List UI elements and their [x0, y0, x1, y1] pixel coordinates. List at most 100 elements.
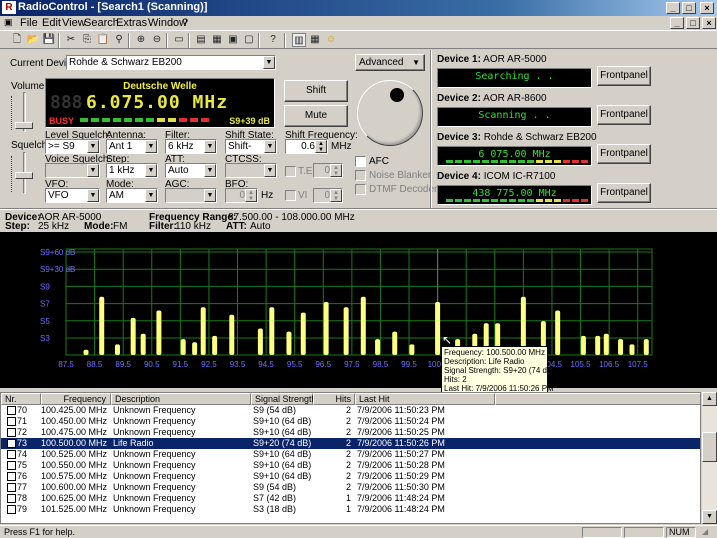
row-checkbox[interactable]	[7, 417, 16, 426]
header-hits[interactable]: Hits	[313, 393, 355, 405]
filter-select[interactable]: 6 kHz ▼	[165, 139, 217, 154]
afc-checkbox[interactable]	[355, 156, 366, 167]
properties-icon[interactable]: ▤	[194, 33, 208, 47]
row-checkbox[interactable]	[7, 505, 16, 514]
menu-search[interactable]: Search	[84, 17, 119, 29]
table-row[interactable]: 70 100.425.00 MHz Unknown Frequency S9 (54 …	[1, 405, 700, 416]
row-checkbox[interactable]	[7, 483, 16, 492]
close-button[interactable]: ×	[700, 2, 714, 14]
table-row[interactable]: 74 100.525.00 MHz Unknown Frequency S9+10 (…	[1, 449, 700, 460]
monitor-icon[interactable]: ▣	[226, 33, 240, 47]
table-row[interactable]: 73 100.500.00 MHz Life Radio S9+20 (74 dB) 2…	[1, 438, 700, 449]
row-checkbox[interactable]	[7, 472, 16, 481]
scroll-down-icon[interactable]: ▼	[702, 510, 717, 524]
voice-squelch-select[interactable]: ▼	[45, 163, 100, 178]
spectrum-svg[interactable]: S9+60 dB S9+30 dB S9 S7 S5 S3 87.5 88.5 89.5 90.5…	[0, 232, 717, 388]
antenna-select[interactable]: Ant 1 ▼	[106, 139, 158, 154]
noise-blanker-checkbox[interactable]	[355, 170, 366, 181]
header-frequency[interactable]: Frequency	[41, 393, 111, 405]
tuning-knob[interactable]	[357, 80, 423, 146]
spinner-arrows-icon[interactable]: ▲ ▼	[330, 189, 342, 202]
menu-edit[interactable]: Edit	[42, 17, 61, 29]
dtmf-checkbox[interactable]	[355, 184, 366, 195]
bfo-spinner[interactable]: 0 ▲ ▼	[225, 188, 258, 203]
table-row[interactable]: 76 100.575.00 MHz Unknown Frequency S9+10 (…	[1, 471, 700, 482]
row-checkbox[interactable]	[7, 450, 16, 459]
spectrum-chart[interactable]: S9+60 dB S9+30 dB S9 S7 S5 S3 87.5 88.5 89.5 90.5…	[0, 232, 717, 388]
row-checkbox[interactable]	[7, 406, 16, 415]
level-squelch-select[interactable]: >= S9 ▼	[45, 139, 100, 154]
new-file-icon[interactable]: 🗋	[10, 33, 24, 47]
volume-thumb[interactable]	[15, 122, 33, 129]
maximize-button[interactable]: □	[682, 2, 696, 14]
resize-grip-icon[interactable]: ◢	[702, 527, 714, 538]
binoculars-icon[interactable]: ⚲	[112, 33, 126, 47]
scroll-thumb[interactable]	[702, 432, 717, 462]
smiley-icon[interactable]: ☺	[324, 33, 338, 47]
mdi-restore-button[interactable]: □	[686, 17, 700, 29]
mode-select[interactable]: AM ▼	[106, 188, 158, 203]
row-checkbox[interactable]	[7, 494, 16, 503]
menu-file[interactable]: File	[20, 17, 38, 29]
vfo-select[interactable]: VFO ▼	[45, 188, 100, 203]
table-row[interactable]: 79 101.525.00 MHz Unknown Frequency S3 (18 …	[1, 504, 700, 515]
row-checkbox[interactable]	[7, 428, 16, 437]
menu-view[interactable]: View	[62, 17, 86, 29]
shift-button[interactable]: Shift	[284, 80, 348, 102]
volume-slider[interactable]	[11, 92, 37, 134]
spinner-arrows-icon[interactable]: ▲ ▼	[245, 189, 257, 202]
te-checkbox[interactable]	[285, 166, 296, 177]
shift-frequency-spinner[interactable]: 0.6 ▲ ▼	[285, 139, 328, 154]
zoom-in-icon[interactable]: ⊕	[134, 33, 148, 47]
table-row[interactable]: 78 100.625.00 MHz Unknown Frequency S7 (42 …	[1, 493, 700, 504]
cut-icon[interactable]: ✂	[64, 33, 78, 47]
frontpanel-button[interactable]: Frontpanel	[597, 66, 651, 86]
table-row[interactable]: 72 100.475.00 MHz Unknown Frequency S9+10 (…	[1, 427, 700, 438]
ctcss-select[interactable]: ▼	[225, 163, 277, 178]
mute-button[interactable]: Mute	[284, 105, 348, 127]
vi-spinner[interactable]: 0 ▲ ▼	[313, 188, 343, 203]
spinner-arrows-icon[interactable]: ▲ ▼	[330, 164, 342, 177]
spinner-arrows-icon[interactable]: ▲ ▼	[315, 140, 327, 153]
table-row[interactable]: 71 100.450.00 MHz Unknown Frequency S9+10 (…	[1, 416, 700, 427]
shift-state-select[interactable]: Shift- ▼	[225, 139, 277, 154]
save-icon[interactable]: 💾	[42, 33, 56, 47]
scroll-up-icon[interactable]: ▲	[702, 392, 717, 406]
vi-checkbox[interactable]	[285, 190, 296, 201]
table-scrollbar[interactable]: ▲ ▼	[701, 392, 717, 524]
app-icon[interactable]: R	[2, 1, 16, 14]
context-help-icon[interactable]: ?	[266, 33, 280, 47]
row-checkbox[interactable]	[7, 461, 16, 470]
header-description[interactable]: Description	[111, 393, 251, 405]
menu-extras[interactable]: Extras	[116, 17, 147, 29]
menu-help[interactable]: ?	[182, 17, 188, 29]
table-row[interactable]: 75 100.550.00 MHz Unknown Frequency S9+10 (…	[1, 460, 700, 471]
frontpanel-button[interactable]: Frontpanel	[597, 183, 651, 203]
header-nr[interactable]: Nr.	[1, 393, 41, 405]
row-checkbox[interactable]	[7, 439, 16, 448]
table-row[interactable]: 77 100.600.00 MHz Unknown Frequency S9 (54 …	[1, 482, 700, 493]
child-window-icon[interactable]: ▣	[4, 17, 13, 28]
paste-icon[interactable]: 📋	[96, 33, 110, 47]
step-select[interactable]: 1 kHz ▼	[106, 163, 158, 178]
frontpanel-button[interactable]: Frontpanel	[597, 144, 651, 164]
frontpanel-button[interactable]: Frontpanel	[597, 105, 651, 125]
copy-icon[interactable]: ⎘	[80, 33, 94, 47]
agc-select[interactable]: ▼	[165, 188, 217, 203]
title-bar[interactable]: R RadioControl - [Search1 (Scanning)] _ …	[0, 0, 717, 16]
squelch-thumb[interactable]	[15, 172, 33, 179]
display-icon[interactable]: ▢	[242, 33, 256, 47]
record-icon[interactable]: ▦	[210, 33, 224, 47]
att-select[interactable]: Auto ▼	[165, 163, 217, 178]
header-last-hit[interactable]: Last Hit	[355, 393, 495, 405]
mdi-close-button[interactable]: ×	[702, 17, 716, 29]
grid-view-icon[interactable]: ▥	[292, 33, 306, 47]
header-signal[interactable]: Signal Strength	[251, 393, 317, 405]
zoom-out-icon[interactable]: ⊖	[150, 33, 164, 47]
list-view-icon[interactable]: ▦	[308, 33, 322, 47]
advanced-button[interactable]: Advanced ▼	[355, 54, 425, 71]
open-folder-icon[interactable]: 📂	[26, 33, 40, 47]
squelch-slider[interactable]	[11, 152, 37, 196]
mdi-minimize-button[interactable]: _	[670, 17, 684, 29]
minimize-button[interactable]: _	[666, 2, 680, 14]
